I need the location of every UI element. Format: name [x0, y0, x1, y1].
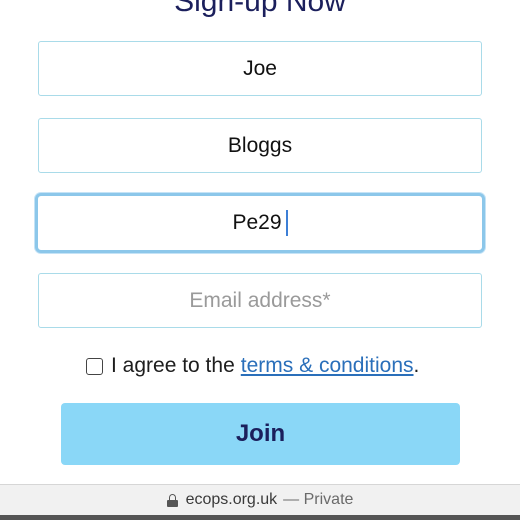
- bottom-edge-strip: [0, 515, 520, 520]
- email-placeholder: Email address*: [189, 288, 331, 312]
- join-button-label: Join: [235, 420, 286, 447]
- terms-agreement-row: I agree to the terms & conditions .: [86, 352, 419, 380]
- third-input-value: Pe29: [232, 211, 282, 234]
- private-label: — Private: [283, 491, 354, 508]
- last-name-field[interactable]: Bloggs: [38, 118, 482, 173]
- third-input-field[interactable]: Pe29: [35, 193, 485, 253]
- terms-link[interactable]: terms & conditions: [241, 354, 414, 378]
- first-name-value: Joe: [243, 56, 277, 80]
- last-name-value: Bloggs: [227, 133, 293, 157]
- join-button[interactable]: Join: [61, 403, 460, 465]
- email-field[interactable]: Email address*: [38, 273, 482, 328]
- agree-checkbox[interactable]: [86, 357, 103, 375]
- agree-period: .: [413, 354, 420, 377]
- url-row: ecops.org.uk — Private: [0, 491, 520, 509]
- agree-text: I agree to the: [111, 354, 235, 377]
- lock-icon: [166, 493, 178, 507]
- first-name-field[interactable]: Joe: [38, 41, 482, 96]
- text-caret: [285, 210, 288, 236]
- signup-page: Sign-up Now Joe Bloggs Pe29 Email addres…: [0, 0, 520, 520]
- site-domain: ecops.org.uk: [185, 491, 278, 508]
- page-title: Sign-up Now: [174, 0, 346, 18]
